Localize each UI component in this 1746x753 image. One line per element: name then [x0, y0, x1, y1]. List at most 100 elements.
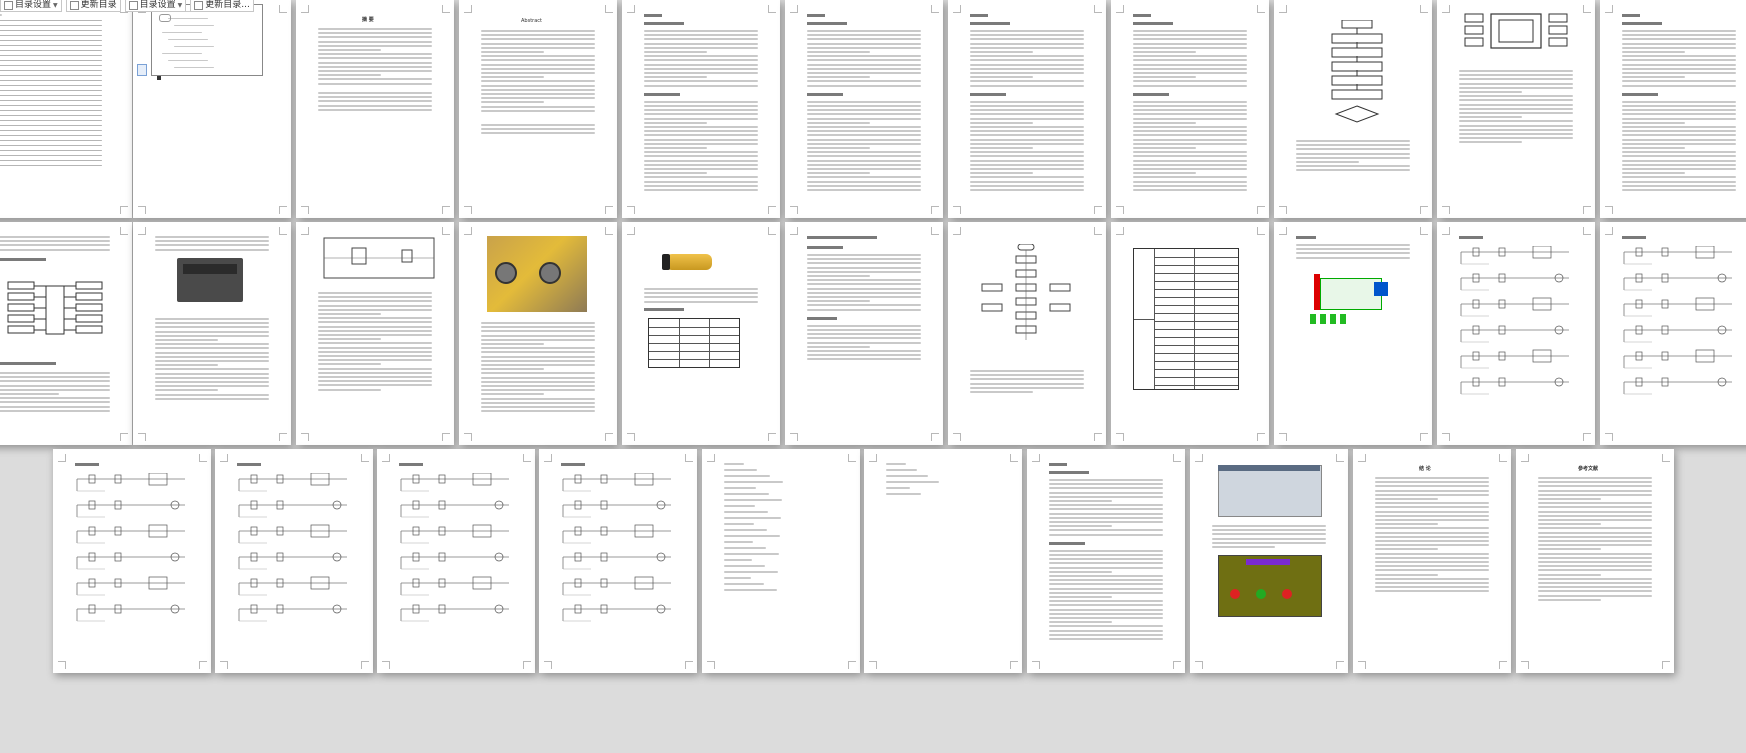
crop-mark — [301, 433, 309, 441]
toc-entry — [0, 95, 102, 96]
text-line — [1459, 91, 1522, 93]
crop-mark — [790, 206, 798, 214]
text-line — [481, 76, 544, 79]
crop-mark — [768, 433, 776, 441]
table-rule — [649, 351, 739, 352]
block-diagram — [1461, 10, 1571, 54]
text-line — [1133, 180, 1247, 183]
crop-mark — [301, 206, 309, 214]
text-line — [318, 380, 432, 383]
crop-mark — [685, 454, 693, 462]
text-line — [1622, 59, 1736, 62]
text-line — [0, 409, 110, 412]
update-toc-button[interactable]: 更新目录 — [65, 0, 121, 12]
text-line — [1622, 117, 1736, 120]
text-line — [481, 63, 595, 66]
toc-settings-button[interactable]: 目录设置 ▼ — [0, 0, 62, 12]
text-line — [644, 113, 758, 116]
text-line — [1296, 161, 1359, 163]
text-line — [807, 304, 921, 307]
text-line — [807, 291, 921, 294]
table-rule — [1154, 329, 1238, 330]
text-line — [1133, 59, 1247, 62]
text-line — [1133, 117, 1247, 120]
text-line — [318, 70, 432, 72]
hmi-indicator — [1282, 589, 1292, 599]
crop-mark — [605, 5, 613, 13]
table-rule — [649, 343, 739, 344]
text-line — [1538, 489, 1652, 492]
page-title: 结 论 — [1419, 466, 1431, 472]
text-line — [1459, 128, 1573, 131]
code-line — [886, 469, 917, 471]
text-line — [155, 248, 269, 251]
text-line — [481, 72, 595, 74]
text-line — [1459, 124, 1573, 127]
text-line — [807, 113, 921, 116]
document-page — [622, 222, 780, 445]
crop-mark — [953, 5, 961, 13]
text-line — [1622, 55, 1736, 58]
text-line — [1622, 138, 1736, 141]
document-page — [1600, 0, 1746, 218]
page-title: 摘 要 — [362, 17, 374, 23]
table-rule — [709, 319, 710, 367]
text-line — [318, 108, 432, 111]
document-page — [948, 0, 1106, 218]
crop-mark — [1420, 227, 1428, 235]
text-line — [1622, 142, 1736, 145]
text-line — [155, 360, 269, 362]
text-line — [481, 364, 595, 366]
text-line — [1622, 76, 1685, 79]
text-line — [1049, 500, 1112, 502]
toc-entry — [0, 70, 102, 71]
text-line — [155, 351, 269, 354]
code-line — [886, 475, 928, 477]
text-line — [1049, 604, 1163, 607]
document-page — [785, 0, 943, 218]
text-line — [0, 372, 110, 374]
crop-mark — [953, 227, 961, 235]
text-line — [1375, 481, 1489, 484]
chevron-down-icon: ▼ — [53, 2, 58, 9]
text-line — [318, 104, 432, 107]
text-line — [970, 163, 1084, 166]
text-line — [155, 244, 269, 247]
text-line — [1133, 130, 1247, 133]
text-line — [970, 34, 1084, 37]
crop-mark — [1173, 661, 1181, 669]
text-line — [1459, 103, 1573, 106]
text-line — [1049, 562, 1163, 565]
text-line — [644, 84, 758, 87]
text-line — [1296, 140, 1410, 142]
text-line — [644, 163, 758, 166]
text-line — [1459, 137, 1573, 140]
text-line — [1622, 105, 1736, 107]
crop-mark — [1583, 227, 1591, 235]
toc-entry — [0, 25, 102, 26]
control-flowchart — [978, 243, 1074, 348]
text-line — [807, 159, 921, 162]
text-line — [318, 53, 432, 56]
text-line — [1538, 556, 1652, 559]
text-line — [1133, 151, 1247, 154]
toc-settings-button-2[interactable]: 目录设置 ▼ — [124, 0, 187, 12]
ladder-diagram — [561, 472, 675, 639]
text-line — [481, 105, 595, 108]
hmi-title-bar — [1246, 559, 1290, 565]
toc-entry — [0, 145, 102, 146]
text-line — [807, 59, 921, 62]
crop-mark — [953, 206, 961, 214]
section-heading — [237, 463, 261, 466]
document-page — [215, 449, 373, 673]
update-toc-button-2[interactable]: 更新目录... — [190, 0, 254, 12]
crop-mark — [790, 227, 798, 235]
text-line — [1622, 151, 1736, 154]
section-heading — [1622, 92, 1658, 96]
text-line — [644, 296, 758, 299]
document-page — [1274, 0, 1432, 218]
section-heading — [1049, 541, 1085, 545]
text-line — [155, 322, 269, 325]
text-line — [1622, 180, 1736, 183]
code-line — [886, 463, 906, 465]
